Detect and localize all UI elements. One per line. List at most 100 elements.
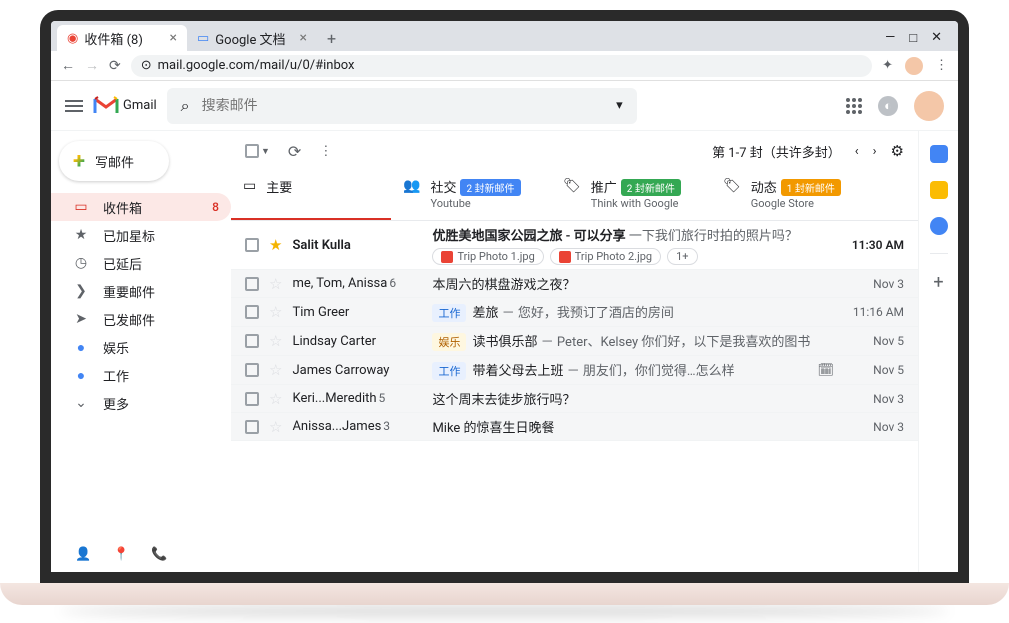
more-actions-icon[interactable]: ⋮ bbox=[319, 144, 332, 159]
email-sender: Tim Greer bbox=[292, 305, 422, 320]
apps-grid-icon[interactable] bbox=[846, 98, 862, 114]
sidebar-item-clock[interactable]: ◷已延后 bbox=[51, 249, 231, 277]
gmail-favicon-icon: ◉ bbox=[67, 31, 78, 46]
star-icon[interactable]: ☆ bbox=[269, 390, 282, 408]
email-date: 11:16 AM bbox=[844, 305, 904, 319]
nav-label: 重要邮件 bbox=[103, 282, 155, 301]
sidebar-item-label-blue[interactable]: ●娱乐 bbox=[51, 333, 231, 361]
category-tabs: ▭主要👥社交2 封新邮件Youtube🏷推广2 封新邮件Think with G… bbox=[231, 171, 918, 221]
row-checkbox[interactable] bbox=[245, 305, 259, 319]
reload-icon[interactable]: ⟳ bbox=[109, 58, 121, 74]
compose-button[interactable]: + 写邮件 bbox=[59, 141, 169, 181]
email-sender: James Carroway bbox=[292, 363, 422, 378]
notifications-icon[interactable]: ◐ bbox=[878, 96, 898, 116]
email-row[interactable]: ☆Tim Greer工作差旅 － 您好，我预订了酒店的房间11:16 AM bbox=[231, 298, 918, 327]
star-icon[interactable]: ☆ bbox=[269, 332, 282, 350]
label-chip[interactable]: 娱乐 bbox=[432, 333, 466, 351]
email-row[interactable]: ☆me, Tom, Anissa6本周六的棋盘游戏之夜？Nov 3 bbox=[231, 270, 918, 298]
close-window-icon[interactable]: ✕ bbox=[931, 30, 942, 46]
sidebar-item-label-blue[interactable]: ●工作 bbox=[51, 361, 231, 389]
email-date: Nov 3 bbox=[844, 420, 904, 434]
tab-badge: 2 封新邮件 bbox=[460, 179, 520, 196]
row-checkbox[interactable] bbox=[245, 238, 259, 252]
email-list: ★Salit Kulla优胜美地国家公园之旅 - 可以分享 一下我们旅行时拍的照… bbox=[231, 221, 918, 572]
location-icon[interactable]: 📍 bbox=[113, 547, 129, 562]
next-page-icon[interactable]: › bbox=[873, 144, 877, 159]
star-icon[interactable]: ☆ bbox=[269, 275, 282, 293]
close-tab-icon[interactable]: × bbox=[300, 30, 307, 46]
social-icon: 👥 bbox=[403, 178, 420, 194]
category-tab-promo[interactable]: 🏷推广2 封新邮件Think with Google bbox=[551, 171, 711, 220]
search-bar[interactable]: ⌕ ▾ bbox=[167, 88, 637, 124]
row-checkbox[interactable] bbox=[245, 392, 259, 406]
back-icon[interactable]: ← bbox=[61, 57, 75, 74]
browser-tab-bar: ◉ 收件箱 (8) × ▭ Google 文档 × + — □ ✕ bbox=[51, 21, 958, 51]
plus-icon: + bbox=[73, 149, 85, 174]
row-checkbox[interactable] bbox=[245, 363, 259, 377]
row-checkbox[interactable] bbox=[245, 420, 259, 434]
attachment-chip[interactable]: Trip Photo 1.jpg bbox=[432, 248, 543, 265]
label-chip[interactable]: 工作 bbox=[432, 362, 466, 380]
extensions-icon[interactable]: ✦ bbox=[882, 58, 893, 73]
gmail-wordmark: Gmail bbox=[123, 98, 157, 113]
browser-tab-active[interactable]: ◉ 收件箱 (8) × bbox=[57, 25, 187, 51]
category-tab-inbox[interactable]: ▭主要 bbox=[231, 171, 391, 220]
close-tab-icon[interactable]: × bbox=[170, 30, 177, 46]
email-row[interactable]: ★Salit Kulla优胜美地国家公园之旅 - 可以分享 一下我们旅行时拍的照… bbox=[231, 221, 918, 270]
sidebar-item-sent[interactable]: ➤已发邮件 bbox=[51, 305, 231, 333]
phone-icon[interactable]: 📞 bbox=[151, 547, 167, 562]
sidebar-item-more[interactable]: ⌄更多 bbox=[51, 389, 231, 417]
star-icon[interactable]: ☆ bbox=[269, 361, 282, 379]
row-checkbox[interactable] bbox=[245, 334, 259, 348]
sidebar-item-inbox[interactable]: ▭收件箱8 bbox=[51, 193, 231, 221]
browser-tab[interactable]: ▭ Google 文档 × bbox=[187, 25, 317, 51]
minimize-icon[interactable]: — bbox=[885, 30, 895, 46]
sidebar-item-important[interactable]: ❯重要邮件 bbox=[51, 277, 231, 305]
select-all[interactable]: ▼ bbox=[245, 144, 270, 158]
prev-page-icon[interactable]: ‹ bbox=[855, 144, 859, 159]
star-icon[interactable]: ☆ bbox=[269, 418, 282, 436]
email-row[interactable]: ☆James Carroway工作带着父母去上班 － 朋友们，你们觉得…怎么样🗓… bbox=[231, 356, 918, 385]
search-icon: ⌕ bbox=[181, 96, 190, 116]
email-row[interactable]: ☆Lindsay Carter娱乐读书俱乐部 － Peter、Kelsey 你们… bbox=[231, 327, 918, 356]
calendar-icon[interactable] bbox=[930, 145, 948, 163]
email-date: Nov 3 bbox=[844, 277, 904, 291]
email-date: Nov 3 bbox=[844, 392, 904, 406]
chrome-avatar[interactable] bbox=[905, 57, 923, 75]
settings-gear-icon[interactable]: ⚙ bbox=[891, 142, 904, 160]
sidebar-item-star[interactable]: ★已加星标 bbox=[51, 221, 231, 249]
url-bar[interactable]: ⊙ mail.google.com/mail/u/0/#inbox bbox=[131, 55, 872, 77]
email-row[interactable]: ☆Anissa...James3Mike 的惊喜生日晚餐Nov 3 bbox=[231, 413, 918, 441]
forward-icon[interactable]: → bbox=[85, 57, 99, 74]
search-options-icon[interactable]: ▾ bbox=[616, 98, 623, 113]
star-icon[interactable]: ★ bbox=[269, 236, 282, 254]
chrome-menu-icon[interactable]: ⋮ bbox=[935, 58, 948, 73]
tab-label: 推广 bbox=[591, 181, 617, 196]
calendar-event-icon: 🗓 bbox=[817, 363, 834, 378]
add-addon-icon[interactable]: + bbox=[933, 272, 943, 293]
email-snippet: 一下我们旅行时拍的照片吗？ bbox=[629, 229, 798, 244]
star-icon[interactable]: ☆ bbox=[269, 303, 282, 321]
attachment-more[interactable]: 1+ bbox=[667, 248, 697, 265]
new-tab-button[interactable]: + bbox=[317, 25, 346, 51]
category-tab-updates[interactable]: 🏷动态1 封新邮件Google Store bbox=[711, 171, 871, 220]
row-checkbox[interactable] bbox=[245, 277, 259, 291]
maximize-icon[interactable]: □ bbox=[909, 30, 917, 46]
category-tab-social[interactable]: 👥社交2 封新邮件Youtube bbox=[391, 171, 551, 220]
keep-icon[interactable] bbox=[930, 181, 948, 199]
tasks-icon[interactable] bbox=[930, 217, 948, 235]
search-input[interactable] bbox=[202, 98, 605, 114]
gmail-m-icon bbox=[93, 96, 119, 116]
email-sender: Keri...Meredith5 bbox=[292, 391, 422, 406]
gmail-logo[interactable]: Gmail bbox=[93, 96, 157, 116]
main-menu-icon[interactable] bbox=[65, 100, 83, 112]
promo-icon: 🏷 bbox=[563, 178, 581, 194]
contacts-icon[interactable]: 👤 bbox=[75, 547, 91, 562]
email-row[interactable]: ☆Keri...Meredith5这个周末去徒步旅行吗？Nov 3 bbox=[231, 385, 918, 413]
email-sender: Salit Kulla bbox=[292, 238, 422, 253]
attachment-chip[interactable]: Trip Photo 2.jpg bbox=[550, 248, 661, 265]
account-avatar[interactable] bbox=[914, 91, 944, 121]
label-chip[interactable]: 工作 bbox=[432, 304, 466, 322]
label-blue-icon: ● bbox=[73, 367, 89, 384]
refresh-icon[interactable]: ⟳ bbox=[288, 142, 301, 161]
